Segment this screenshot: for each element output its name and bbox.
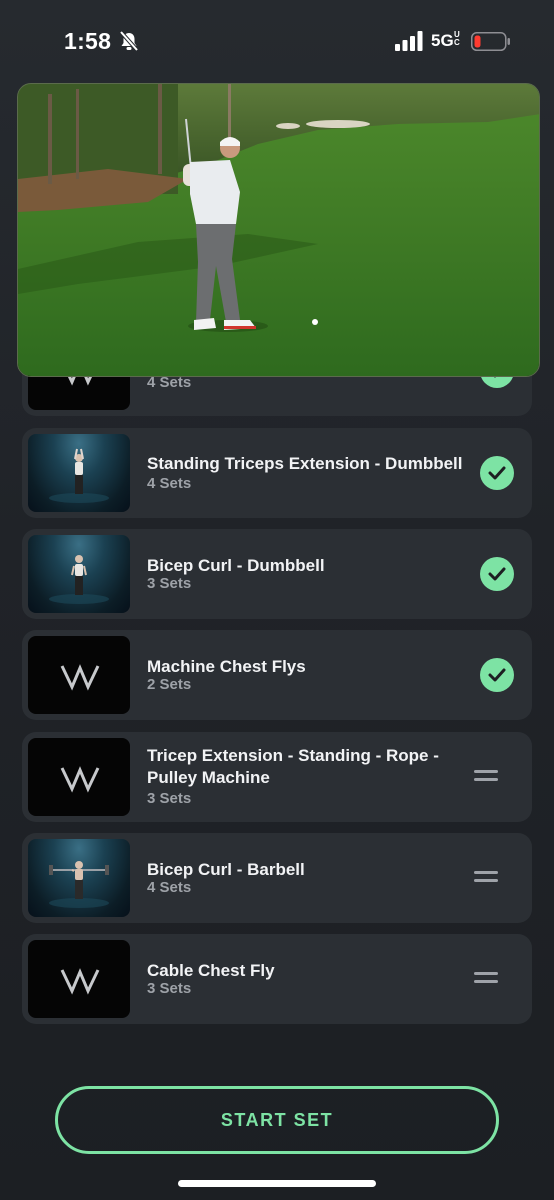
exercise-thumbnail — [28, 839, 130, 917]
exercise-card[interactable]: Standing Triceps Extension - Dumbbell 4 … — [22, 428, 532, 518]
golf-video-frame — [18, 84, 539, 376]
brand-logo-icon — [60, 766, 100, 793]
battery-icon — [471, 32, 510, 51]
exercise-sets: 3 Sets — [147, 575, 192, 592]
exercise-sets: 4 Sets — [147, 475, 192, 492]
start-set-button[interactable]: START SET — [55, 1086, 499, 1154]
exercise-thumbnail — [28, 434, 130, 512]
exercise-thumbnail — [28, 738, 130, 816]
cellular-signal-icon — [395, 31, 423, 51]
exercise-card[interactable]: Bicep Curl - Dumbbell 3 Sets — [22, 529, 532, 619]
exercise-name: Machine Chest Flys — [147, 657, 306, 676]
brand-logo-icon — [60, 968, 100, 995]
video-player[interactable] — [17, 83, 540, 377]
exercise-name: Bicep Curl - Dumbbell — [147, 556, 325, 575]
exercise-sets: 2 Sets — [147, 676, 192, 693]
clock: 1:58 — [64, 28, 112, 54]
bell-slash-icon — [119, 30, 139, 52]
exercise-card[interactable]: Tricep Extension - Standing - Rope - Pul… — [22, 732, 532, 822]
exercise-card[interactable]: Bicep Curl - Barbell 4 Sets — [22, 833, 532, 923]
completed-check-icon — [480, 456, 514, 490]
exercise-thumbnail — [28, 535, 130, 613]
exercise-thumbnail — [28, 940, 130, 1018]
exercise-sets: 3 Sets — [147, 980, 192, 997]
exercise-name: Standing Triceps Extension - Dumbbell — [147, 454, 463, 473]
completed-check-icon — [480, 557, 514, 591]
home-indicator[interactable] — [178, 1180, 376, 1187]
person-figure-icon — [49, 861, 109, 908]
person-figure-icon — [49, 448, 109, 503]
exercise-sets: 4 Sets — [147, 879, 192, 896]
brand-logo-icon — [60, 664, 100, 691]
person-figure-icon — [49, 555, 109, 604]
completed-check-icon — [480, 658, 514, 692]
exercise-card[interactable]: Cable Chest Fly 3 Sets — [22, 934, 532, 1024]
exercise-sets: 3 Sets — [147, 790, 192, 807]
exercise-thumbnail — [28, 636, 130, 714]
status-bar: 1:58 5G U C — [0, 0, 554, 84]
network-type: 5G — [431, 31, 454, 50]
drag-handle-icon[interactable] — [474, 871, 498, 885]
exercise-name: Tricep Extension - Standing - Rope - Pul… — [147, 746, 439, 787]
drag-handle-icon[interactable] — [474, 770, 498, 784]
exercise-name: Bicep Curl - Barbell — [147, 860, 305, 879]
exercise-name: Cable Chest Fly — [147, 961, 275, 980]
network-subtype: U C — [454, 30, 460, 47]
drag-handle-icon[interactable] — [474, 972, 498, 986]
exercise-card[interactable]: Machine Chest Flys 2 Sets — [22, 630, 532, 720]
